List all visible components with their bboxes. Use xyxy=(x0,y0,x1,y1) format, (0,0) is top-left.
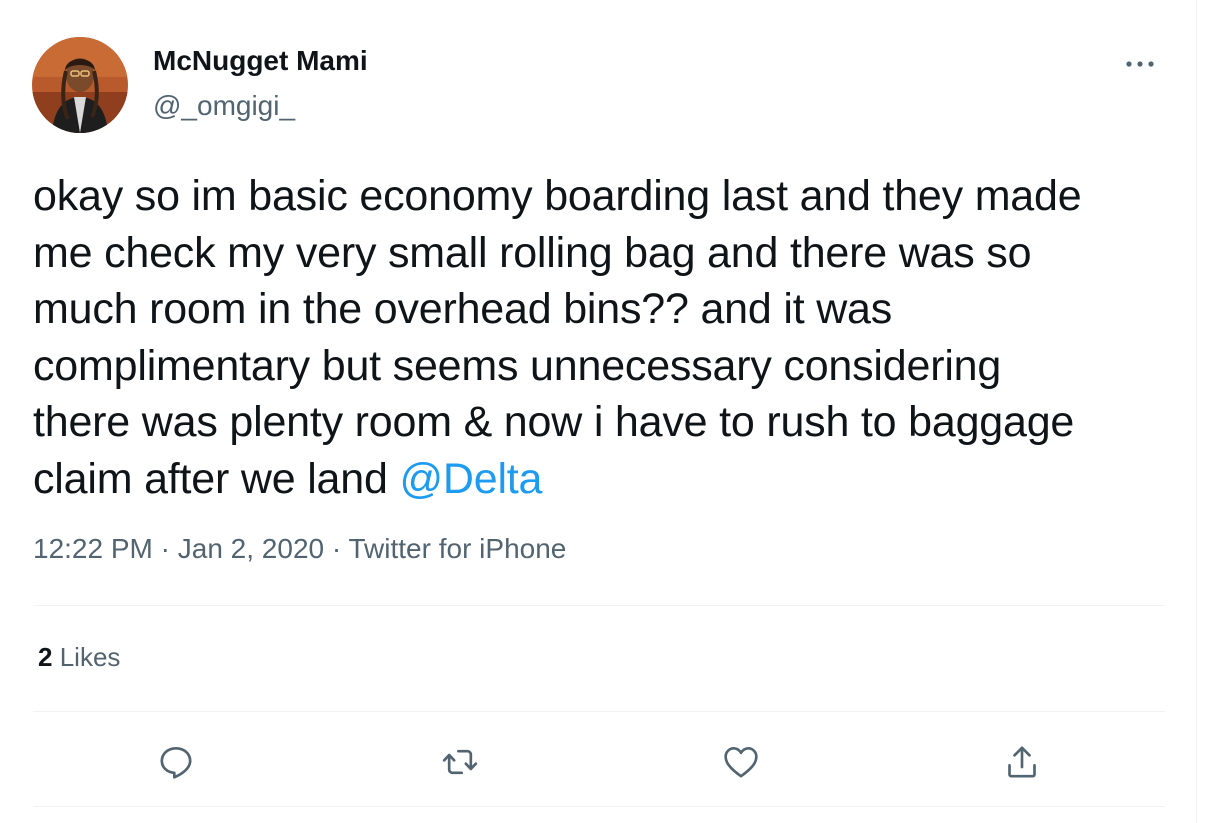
reply-icon xyxy=(160,747,192,779)
tweet-text-line: much room in the overhead bins?? and it … xyxy=(33,285,893,333)
avatar[interactable] xyxy=(32,37,128,133)
heart-icon xyxy=(724,747,758,778)
mention-link[interactable]: @Delta xyxy=(399,455,542,503)
tweet-text: okay so im basic economy boarding last a… xyxy=(33,168,1173,507)
divider xyxy=(33,605,1165,606)
share-icon xyxy=(1008,746,1036,778)
tweet-text-last: claim after we land xyxy=(33,454,400,503)
tweet-text-line: okay so im basic economy boarding last a… xyxy=(33,172,1082,220)
panel-border xyxy=(1196,0,1197,823)
likes-label: Likes xyxy=(59,642,121,672)
tweet-text-line: complimentary but seems unnecessary cons… xyxy=(33,341,1002,390)
reply-button[interactable] xyxy=(152,738,200,786)
tweet-text-line: claim after we land @Delta xyxy=(33,451,1173,508)
tweet-text-line: there was plenty room & now i have to ru… xyxy=(33,398,1075,446)
likes-link[interactable]: 2 Likes xyxy=(38,642,120,673)
like-button[interactable] xyxy=(717,738,765,786)
meta-separator: · xyxy=(160,533,170,564)
tweet-date[interactable]: Jan 2, 2020 xyxy=(178,533,324,564)
display-name[interactable]: McNugget Mami xyxy=(153,45,368,77)
divider xyxy=(33,806,1165,807)
tweet: McNugget Mami @_omgigi_ okay so im basic… xyxy=(0,0,1196,823)
avatar-image xyxy=(32,37,128,133)
user-handle[interactable]: @_omgigi_ xyxy=(153,90,295,122)
more-options-button[interactable] xyxy=(1120,46,1160,82)
likes-count: 2 xyxy=(38,642,53,672)
retweet-button[interactable] xyxy=(436,738,484,786)
more-horizontal-icon xyxy=(1126,61,1154,67)
divider xyxy=(33,711,1165,712)
meta-separator: · xyxy=(331,533,342,564)
tweet-text-line: me check my very small rolling bag and t… xyxy=(33,228,1032,277)
tweet-meta: 12:22 PM · Jan 2, 2020 · Twitter for iPh… xyxy=(33,533,566,565)
tweet-time[interactable]: 12:22 PM xyxy=(33,533,153,564)
share-button[interactable] xyxy=(998,738,1046,786)
tweet-source[interactable]: Twitter for iPhone xyxy=(348,533,566,564)
retweet-icon xyxy=(442,749,478,775)
